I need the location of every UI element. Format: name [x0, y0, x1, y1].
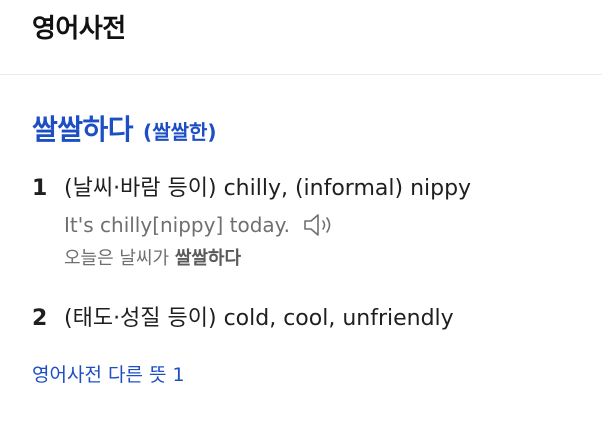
dictionary-title[interactable]: 영어사전 — [32, 8, 602, 45]
example-korean: 오늘은 날씨가 쌀쌀하다 — [64, 244, 602, 270]
sense-definition: (날씨·바람 등이) chilly, (informal) nippy — [64, 176, 472, 201]
example-english-row: It's chilly[nippy] today. — [64, 212, 602, 238]
sense-number: 2 — [32, 306, 48, 331]
example-english: It's chilly[nippy] today. — [64, 213, 290, 237]
sense-definition: (태도·성질 등이) cold, cool, unfriendly — [64, 306, 454, 331]
more-meanings-link[interactable]: 영어사전 다른 뜻 1 — [32, 360, 185, 387]
example-sentence: It's chilly[nippy] today. 오늘은 날씨가 쌀쌀하다 — [64, 212, 602, 270]
example-korean-text: 오늘은 날씨가 — [64, 248, 175, 269]
dictionary-card: 영어사전 쌀쌀하다 (쌀쌀한) 1 (날씨·바람 등이) chilly, (in… — [0, 0, 602, 424]
headword-variant: (쌀쌀한) — [143, 120, 217, 144]
sense-1: 1 (날씨·바람 등이) chilly, (informal) nippy — [32, 170, 602, 202]
headword-link[interactable]: 쌀쌀하다 — [32, 108, 134, 148]
entry-head: 쌀쌀하다 (쌀쌀한) — [32, 108, 602, 148]
entry-body: 쌀쌀하다 (쌀쌀한) 1 (날씨·바람 등이) chilly, (informa… — [0, 108, 602, 387]
example-korean-highlight: 쌀쌀하다 — [174, 248, 242, 269]
card-header: 영어사전 — [0, 0, 602, 75]
speaker-icon[interactable] — [302, 212, 336, 238]
sense-number: 1 — [32, 176, 48, 201]
sense-2: 2 (태도·성질 등이) cold, cool, unfriendly — [32, 300, 602, 332]
